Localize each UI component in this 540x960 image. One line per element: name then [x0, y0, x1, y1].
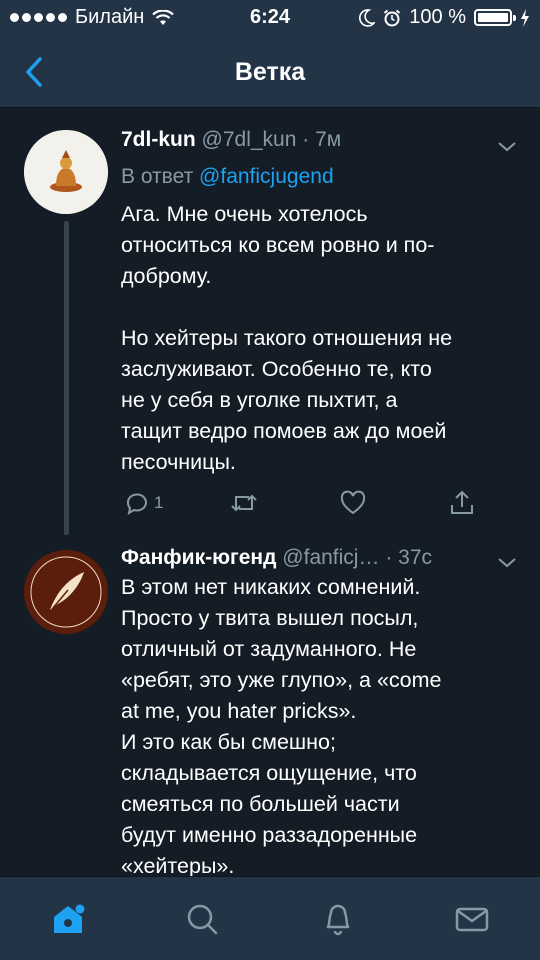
- like-button[interactable]: [339, 485, 367, 521]
- thread-line: [64, 221, 69, 535]
- home-icon: [54, 904, 85, 933]
- reply-mention[interactable]: @fanficjugend: [199, 165, 334, 188]
- share-icon: [451, 490, 473, 514]
- chevron-down-icon[interactable]: [496, 140, 518, 154]
- reply-button[interactable]: 1: [124, 485, 163, 521]
- avatar[interactable]: [24, 130, 108, 214]
- reply-context: В ответ @fanficjugend: [121, 165, 334, 189]
- tab-messages[interactable]: [444, 891, 500, 947]
- tweet[interactable]: Фанфик-югенд @fanficj… · 37с В этом нет …: [0, 540, 540, 878]
- reply-count: 1: [154, 493, 164, 512]
- tweet-time: 37с: [398, 546, 433, 569]
- envelope-icon: [455, 907, 489, 932]
- search-icon: [187, 904, 218, 935]
- reply-prefix: В ответ: [121, 165, 200, 188]
- tab-bar: [0, 876, 540, 960]
- feather-logo-icon: [24, 550, 108, 634]
- tweet-text: Ага. Мне очень хотелось относиться ко вс…: [121, 202, 453, 474]
- avatar-figure-image: [24, 130, 108, 214]
- tweet-header: 7dl-kun @7dl_kun · 7м: [121, 128, 341, 152]
- tab-search[interactable]: [174, 891, 230, 947]
- tab-notifications[interactable]: [310, 891, 366, 947]
- avatar[interactable]: [24, 550, 108, 634]
- tab-home[interactable]: [40, 891, 96, 947]
- author-name[interactable]: 7dl-kun: [121, 128, 196, 151]
- chevron-down-icon[interactable]: [496, 556, 518, 570]
- tweet-header: Фанфик-югенд @fanficj… · 37с: [121, 546, 432, 570]
- author-name[interactable]: Фанфик-югенд: [121, 546, 276, 569]
- reply-icon: [126, 493, 147, 516]
- heart-icon: [340, 490, 366, 515]
- author-handle[interactable]: @7dl_kun: [202, 128, 297, 151]
- meta-separator: ·: [379, 546, 399, 569]
- tweet[interactable]: 7dl-kun @7dl_kun · 7м В ответ @fanficjug…: [0, 0, 540, 540]
- tweet-text: В этом нет никаких сомнений. Просто у тв…: [121, 575, 442, 878]
- retweet-button[interactable]: [229, 485, 259, 521]
- tweet-time: 7м: [315, 128, 342, 151]
- share-button[interactable]: [448, 485, 476, 521]
- author-handle[interactable]: @fanficj…: [282, 546, 379, 569]
- retweet-icon: [231, 494, 257, 512]
- bell-icon: [326, 904, 350, 936]
- meta-separator: ·: [296, 128, 316, 151]
- tweet-actions: 1: [121, 485, 501, 521]
